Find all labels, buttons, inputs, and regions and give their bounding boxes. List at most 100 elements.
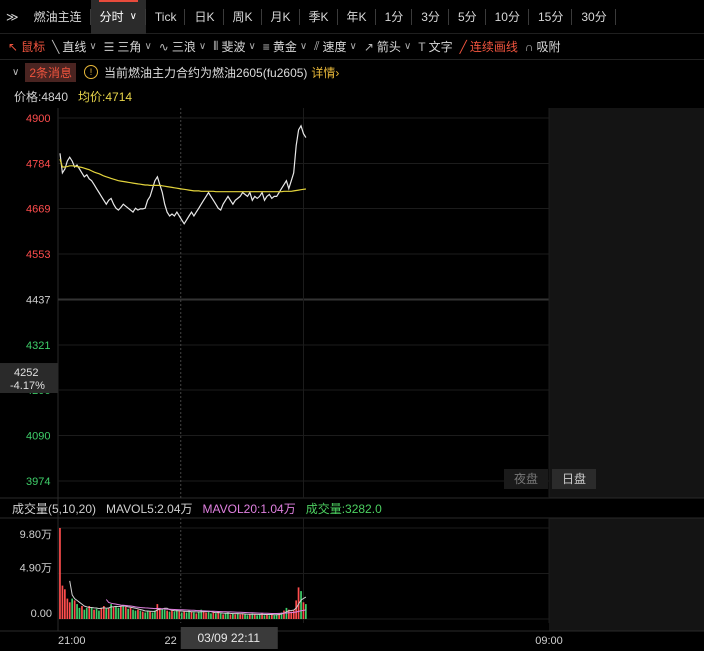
tool-label: 文字 [428,40,453,54]
tab-7[interactable]: 季K [300,0,338,34]
tool-arrow[interactable]: ↗ 箭头 ∨ [364,38,411,55]
tab-13[interactable]: 15分 [529,0,573,34]
tab-12[interactable]: 10分 [486,0,529,34]
volume-bar [239,614,241,619]
tab-5[interactable]: 周K [224,0,262,34]
volume-bar [141,611,144,619]
pen-icon: ╱ [459,39,467,54]
tool-fib[interactable]: ⦀ 斐波 ∨ [213,38,256,55]
tab-8[interactable]: 年K [338,0,376,34]
volume-bar [59,528,61,619]
volume-bar [151,612,154,619]
y-tick-label: 3974 [26,476,50,488]
tab-label: 周K [232,10,253,24]
volume-bar [83,609,86,619]
tab-11[interactable]: 5分 [449,0,486,34]
arrow-icon: ↗ [363,39,374,54]
message-badge[interactable]: 2条消息 [25,62,77,82]
volume-bar [171,610,173,619]
volume-bar [197,611,200,619]
volume-tick-label: 9.80万 [20,529,52,541]
volume-bar [122,605,125,619]
tool-label: 直线 [62,40,87,54]
tool-label: 箭头 [376,40,401,54]
volume-bar [215,613,217,619]
notice-detail-link[interactable]: 详情› [311,64,339,81]
volume-bar [273,615,276,619]
tab-2[interactable]: 分时 ∨ [90,0,146,34]
volume-bar [207,611,210,619]
volume-bar [229,614,232,619]
volume-bar [61,585,64,619]
volume-bar [205,612,207,619]
tab-label: 燃油主连 [33,10,82,24]
y-tick-label: 4090 [26,431,50,443]
tab-label: 30分 [581,10,607,24]
volume-bar [132,609,134,619]
y-tick-label: 4553 [26,249,50,261]
intraday-chart[interactable]: 490047844669455344374321420640903974夜盘日盘… [0,108,704,651]
tool-label: 黄金 [272,40,297,54]
volume-bar [236,613,239,619]
tab-6[interactable]: 月K [262,0,300,34]
price-line [59,124,307,225]
volume-bar [100,607,103,619]
volume-bar [129,607,132,619]
tool-text[interactable]: T 文字 [418,38,452,55]
tool-cursor[interactable]: ↖ 鼠标 [8,38,45,55]
session-tag-0[interactable]: 夜盘 [514,471,538,486]
chevron-down-icon: ∨ [89,41,97,52]
volume-bar [93,609,95,619]
volume-bar [183,611,185,619]
magnet-icon: ∩ [524,39,534,54]
line-icon: ╲ [52,39,60,54]
volume-bar [66,598,69,619]
tool-speed[interactable]: ⫽ 速度 ∨ [314,38,357,55]
volume-bar [85,607,88,619]
tool-label: 斐波 [221,40,246,54]
volume-tick-label: 4.90万 [20,563,52,575]
tool-gold[interactable]: ≡ 黄金 ∨ [263,38,307,55]
tab-9[interactable]: 1分 [376,0,413,34]
volume-bar [268,615,271,619]
tab-10[interactable]: 3分 [412,0,449,34]
price-label: 价格:4840 [14,89,69,104]
time-label: 09:00 [535,635,563,647]
day-session-region [549,108,704,498]
tool-line[interactable]: ╲ 直线 ∨ [52,38,97,55]
volume-bar [78,607,81,619]
tab-label: 3分 [421,10,440,24]
tool-pen[interactable]: ╱ 连续画线 [460,38,518,55]
volume-bar [256,615,258,619]
tool-magnet[interactable]: ∩ 吸附 [525,38,561,55]
tab-label: 15分 [537,10,564,24]
volume-bar [224,613,227,619]
tab-14[interactable]: 30分 [572,0,616,34]
volume-bar [81,606,83,619]
volume-bar [195,613,198,619]
volume-bar [120,606,122,619]
volume-bar [134,610,137,619]
tool-triangle[interactable]: ☰ 三角 ∨ [104,38,152,55]
tool-wave[interactable]: ∿ 三浪 ∨ [159,38,206,55]
volume-bar [115,606,117,619]
volume-bar [219,613,222,619]
volume-bar [124,606,127,619]
double-chevron-icon[interactable]: ≫ [0,0,25,34]
tab-label: 分时 [99,10,124,24]
tab-3[interactable]: Tick [146,0,186,34]
volume-bar [76,604,78,619]
period-tab-bar: ≫ 燃油主连 分时 ∨ Tick 日K 周K 月K 季K 年K 1分 3分 5分 10分 15分 30分 [0,0,704,34]
cursor-time: 03/09 22:11 [197,631,260,645]
speed-icon: ⫽ [314,39,320,53]
collapse-chevron-icon[interactable]: ∨ [12,67,19,78]
tab-4[interactable]: 日K [185,0,224,34]
volume-bar [137,609,139,619]
volume-bar [246,615,249,619]
volume-tick-label: 0.00 [31,608,52,620]
session-tag-1[interactable]: 日盘 [562,471,586,486]
tab-1[interactable]: 燃油主连 [25,0,91,34]
text-icon: T [418,39,426,54]
cursor-icon: ↖ [8,39,19,54]
y-tick-label: 4321 [26,340,50,352]
